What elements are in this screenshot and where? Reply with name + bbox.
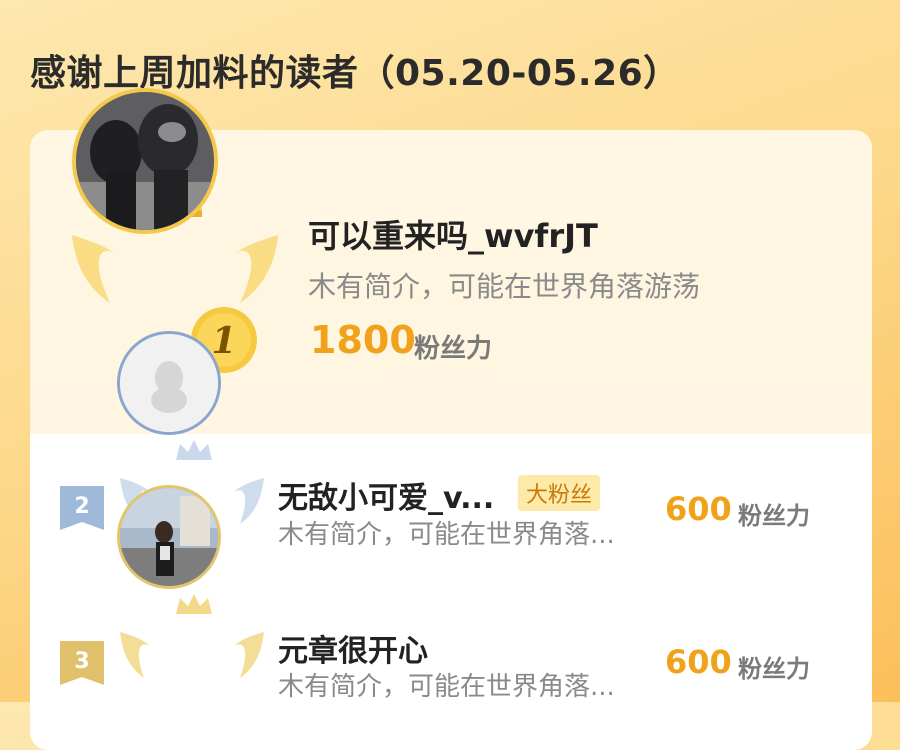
score-unit-2: 粉丝力 (738, 502, 810, 530)
avatar-rank-2[interactable] (117, 331, 221, 435)
score-unit-1: 粉丝力 (414, 334, 493, 364)
reader-name-3[interactable]: 元章很开心 (278, 626, 428, 670)
reader-score-2: 600 (665, 490, 732, 528)
rank-2-flag-icon: 2 (60, 486, 104, 534)
avatar-photo-3 (120, 488, 218, 586)
page-title: 感谢上周加料的读者（05.20-05.26） (30, 53, 680, 94)
reader-intro-2: 木有简介，可能在世界角落... (278, 520, 615, 550)
rank-3-flag-icon: 3 (60, 641, 104, 689)
svg-text:1: 1 (211, 320, 236, 362)
score-unit-3: 粉丝力 (738, 655, 810, 683)
bronze-wings-crown-icon (120, 594, 264, 678)
reader-score-1: 1800 (310, 318, 416, 362)
reader-name-2[interactable]: 无敌小可爱_v... (278, 473, 494, 517)
rank-3-number: 3 (74, 649, 89, 674)
avatar-rank-1[interactable] (72, 88, 218, 234)
default-penguin-avatar-icon (120, 334, 218, 432)
avatar-rank-3[interactable] (117, 485, 221, 589)
reader-name-1[interactable]: 可以重来吗_wvfrJT (308, 211, 598, 257)
rank-2-number: 2 (74, 494, 89, 519)
avatar-photo-1 (76, 92, 214, 230)
reader-intro-1: 木有简介，可能在世界角落游荡 (308, 270, 701, 303)
reader-score-3: 600 (665, 643, 732, 681)
reader-intro-3: 木有简介，可能在世界角落... (278, 672, 615, 702)
big-fan-tag: 大粉丝 (518, 475, 601, 511)
